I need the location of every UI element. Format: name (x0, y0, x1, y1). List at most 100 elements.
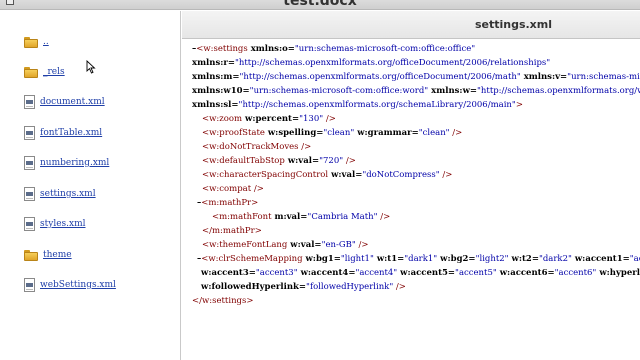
xml-attr-name: w:val= (284, 156, 320, 166)
xml-attr-name: xmlns:w10= (192, 86, 250, 96)
xml-attr-value: "720" (319, 156, 344, 166)
sidebar-item-folder[interactable]: theme (24, 245, 72, 265)
xml-attr-name: xmlns:r= (192, 58, 235, 68)
xml-attr-value: "clean" (418, 128, 450, 138)
xml-attr-name: w:val= (287, 240, 322, 250)
xml-file-icon (24, 156, 35, 170)
sidebar-item-label: fontTable.xml (40, 128, 103, 138)
xml-attr-name: xmlns:o= (247, 44, 295, 54)
xml-attr-value: "urn:schemas-microsoft-com:office:office… (294, 44, 476, 54)
xml-attr-value: "http://schemas.openxmlformats.org/offic… (239, 72, 521, 82)
sidebar-item-file[interactable]: document.xml (24, 92, 105, 112)
xml-attr-value: "http://schemas.openxmlformats.org/offic… (235, 58, 551, 68)
xml-attr-name: w:grammar= (354, 128, 419, 138)
xml-line: w:accent3="accent3" w:accent4="accent4" … (201, 266, 640, 280)
xml-attr-value: "urn:schemas-microsoft-com:vml" (567, 72, 640, 82)
xml-tag: /> (355, 240, 369, 250)
xml-attr-value: "accent1" (629, 254, 640, 264)
xml-tag: <w:compat /> (202, 184, 264, 194)
xml-tag: <m:mathPr> (201, 198, 259, 208)
xml-attr-name: w:accent5= (397, 268, 456, 278)
xml-tag: /> (377, 212, 391, 222)
sidebar-item-file[interactable]: numbering.xml (24, 153, 109, 173)
xml-attr-value: "Cambria Math" (307, 212, 378, 222)
xml-line: </m:mathPr> (202, 224, 262, 238)
title-bar: test.docx (0, 0, 640, 10)
xml-attr-value: "urn:schemas-microsoft-com:office:word" (249, 86, 429, 96)
xml-attr-name: w:percent= (242, 114, 300, 124)
xml-tag: /> (439, 170, 453, 180)
xml-tag: <w:themeFontLang (202, 240, 288, 250)
xml-line: <w:proofState w:spelling="clean" w:gramm… (202, 126, 462, 140)
folder-icon (24, 249, 38, 261)
xml-tag: <m:mathFont (212, 212, 272, 222)
xml-tag: > (515, 100, 523, 110)
xml-attr-value: "dark2" (538, 254, 572, 264)
sidebar-item-file[interactable]: settings.xml (24, 184, 96, 204)
sidebar-item-folder[interactable]: .. (24, 32, 49, 52)
sidebar-item-label: settings.xml (40, 189, 96, 199)
sidebar-item-label: styles.xml (40, 219, 86, 229)
xml-attr-value: "http://schemas.openxmlformats.org/schem… (238, 100, 516, 110)
sidebar-item-folder[interactable]: _rels (24, 62, 65, 82)
xml-attr-name: w:val= (328, 170, 363, 180)
xml-attr-name: w:bg2= (437, 254, 476, 264)
xml-line: <w:defaultTabStop w:val="720" /> (202, 154, 356, 168)
xml-attr-name: w:followedHyperlink= (201, 282, 307, 292)
xml-tag: /> (323, 114, 336, 124)
sidebar-item-label: theme (43, 250, 72, 260)
sidebar-item-file[interactable]: styles.xml (24, 214, 86, 234)
xml-tag: </m:mathPr> (202, 226, 262, 236)
xml-line: <w:doNotTrackMoves /> (202, 140, 311, 154)
xml-tag: <w:zoom (202, 114, 243, 124)
xml-tag: <w:defaultTabStop (202, 156, 285, 166)
xml-line: xmlns:r="http://schemas.openxmlformats.o… (192, 56, 550, 70)
xml-attr-value: "accent3" (255, 268, 298, 278)
mouse-cursor-icon (86, 60, 96, 74)
xml-tag: </w:settings> (192, 296, 254, 306)
xml-attr-name: xmlns:sl= (192, 100, 239, 110)
xml-line: –<w:settings xmlns:o="urn:schemas-micros… (192, 42, 475, 56)
xml-line: <w:characterSpacingControl w:val="doNotC… (202, 168, 452, 182)
xml-attr-name: w:t1= (373, 254, 405, 264)
xml-attr-name: w:accent4= (297, 268, 356, 278)
xml-attr-name: w:accent6= (496, 268, 555, 278)
xml-tag: <w:clrSchemeMapping (201, 254, 303, 264)
xml-tag: <w:doNotTrackMoves /> (202, 142, 312, 152)
xml-file-icon (24, 278, 35, 292)
xml-line: w:followedHyperlink="followedHyperlink" … (201, 280, 406, 294)
xml-line: –<w:clrSchemeMapping w:bg1="light1" w:t1… (197, 252, 640, 266)
xml-attr-name: w:accent3= (201, 268, 256, 278)
xml-attr-name: xmlns:v= (520, 72, 568, 82)
xml-attr-value: "followedHyperlink" (306, 282, 394, 292)
xml-tag: <w:settings (196, 44, 248, 54)
sidebar-item-label: _rels (43, 67, 65, 77)
xml-tag: /> (449, 128, 463, 138)
folder-icon (24, 66, 38, 78)
xml-line: <w:themeFontLang w:val="en-GB" /> (202, 238, 369, 252)
sidebar-item-label: document.xml (40, 97, 105, 107)
sidebar-item-file[interactable]: webSettings.xml (24, 275, 116, 295)
xml-line: xmlns:w10="urn:schemas-microsoft-com:off… (192, 84, 640, 98)
xml-file-icon (24, 217, 35, 231)
xml-attr-name: m:val= (271, 212, 308, 222)
sidebar-item-file[interactable]: fontTable.xml (24, 123, 102, 143)
file-header: settings.xml (182, 11, 640, 39)
sidebar-item-label: webSettings.xml (40, 280, 116, 290)
folder-icon (24, 36, 38, 48)
xml-attr-value: "accent6" (554, 268, 597, 278)
window-title: test.docx (283, 0, 357, 9)
xml-line: –<m:mathPr> (197, 196, 258, 210)
xml-attr-value: "doNotCompress" (362, 170, 440, 180)
xml-attr-name: w:hyperlink= (599, 268, 640, 278)
xml-attr-name: w:accent1= (571, 254, 630, 264)
xml-attr-name: w:bg1= (302, 254, 341, 264)
xml-tag: /> (343, 156, 356, 166)
current-file-name: settings.xml (474, 18, 552, 31)
xml-line: <w:compat /> (202, 182, 264, 196)
xml-line: xmlns:m="http://schemas.openxmlformats.o… (192, 70, 640, 84)
xml-viewer[interactable]: –<w:settings xmlns:o="urn:schemas-micros… (182, 40, 640, 360)
xml-file-icon (24, 95, 35, 109)
xml-line: <m:mathFont m:val="Cambria Math" /> (212, 210, 390, 224)
xml-attr-value: "http://schemas.openxmlformats.org/wordp… (477, 86, 640, 96)
